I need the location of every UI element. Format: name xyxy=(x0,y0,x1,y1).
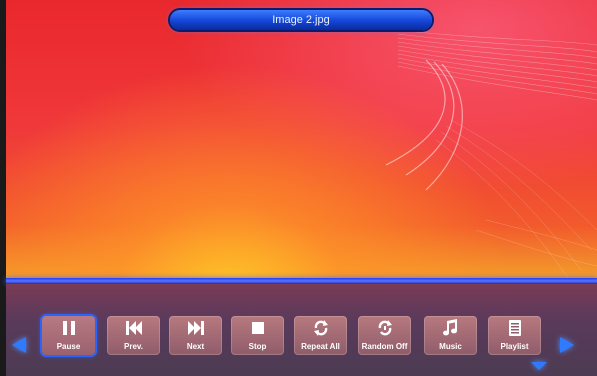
scroll-left-arrow-icon[interactable] xyxy=(12,337,26,353)
filename-title-bar: Image 2.jpg xyxy=(170,10,432,30)
repeat-icon xyxy=(294,320,347,336)
pause-icon xyxy=(42,320,95,336)
repeat-all-label: Repeat All xyxy=(301,342,340,351)
filename-text: Image 2.jpg xyxy=(272,14,330,26)
displayed-image xyxy=(6,0,597,282)
expand-down-arrow-icon[interactable] xyxy=(531,362,547,370)
stop-label: Stop xyxy=(248,342,267,351)
random-icon xyxy=(358,320,411,336)
music-button[interactable]: Music xyxy=(424,316,477,355)
wave-lines-decoration xyxy=(385,29,597,282)
music-note-icon xyxy=(424,319,477,336)
next-button[interactable]: Next xyxy=(169,316,222,355)
pause-label: Pause xyxy=(56,342,81,351)
random-off-button[interactable]: Random Off xyxy=(358,316,411,355)
repeat-all-button[interactable]: Repeat All xyxy=(294,316,347,355)
media-viewer: Image 2.jpg Pause Prev. Next Stop Repeat… xyxy=(0,0,597,376)
stop-button[interactable]: Stop xyxy=(231,316,284,355)
previous-label: Prev. xyxy=(124,342,143,351)
random-off-label: Random Off xyxy=(361,342,408,351)
playlist-button[interactable]: Playlist xyxy=(488,316,541,355)
stop-icon xyxy=(231,320,284,336)
playlist-label: Playlist xyxy=(500,342,529,351)
previous-icon xyxy=(107,320,160,336)
pause-button[interactable]: Pause xyxy=(42,316,95,355)
music-label: Music xyxy=(439,342,462,351)
next-label: Next xyxy=(186,342,205,351)
previous-button[interactable]: Prev. xyxy=(107,316,160,355)
scroll-right-arrow-icon[interactable] xyxy=(560,337,574,353)
playlist-icon xyxy=(488,320,541,336)
next-icon xyxy=(169,320,222,336)
